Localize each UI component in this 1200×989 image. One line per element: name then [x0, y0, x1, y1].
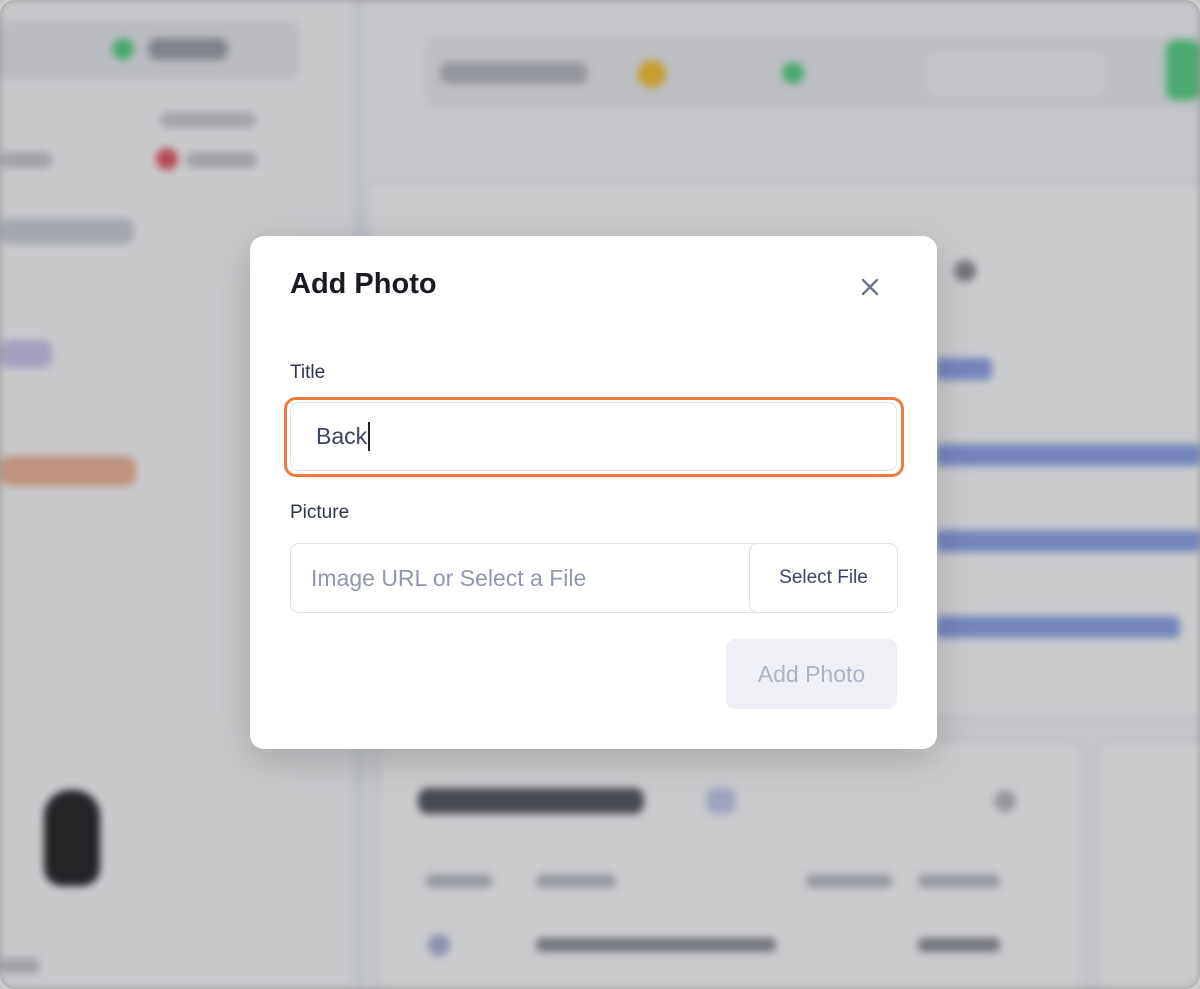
title-input[interactable]: Back [290, 402, 897, 471]
add-photo-dialog: Add Photo Title Back Picture Select File… [250, 236, 937, 749]
close-icon [860, 277, 880, 302]
picture-url-input[interactable] [291, 544, 749, 612]
title-input-value: Back [316, 423, 368, 449]
select-file-button[interactable]: Select File [749, 543, 898, 613]
close-button[interactable] [852, 274, 888, 304]
picture-field-group: Select File [290, 543, 898, 613]
text-caret [368, 422, 371, 451]
picture-label: Picture [290, 502, 350, 523]
add-photo-button[interactable]: Add Photo [726, 639, 897, 709]
title-label: Title [290, 362, 326, 383]
dialog-title: Add Photo [290, 268, 437, 300]
